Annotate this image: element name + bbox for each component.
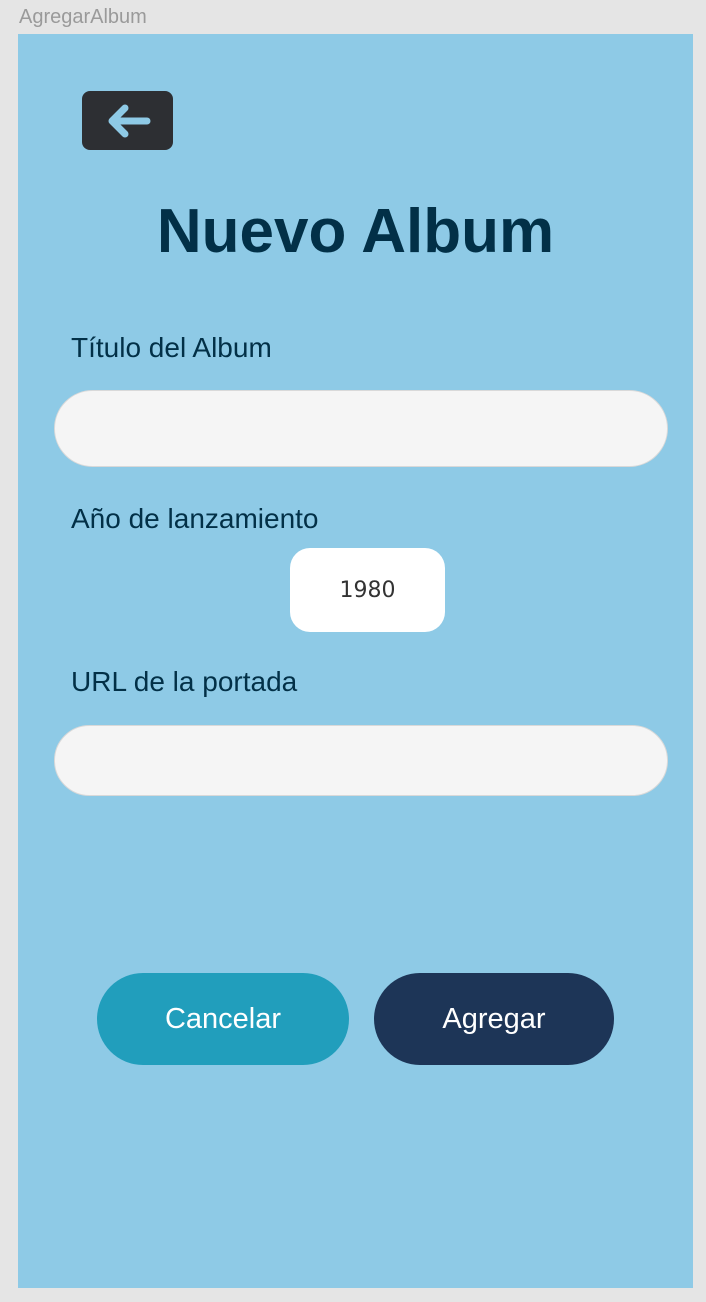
cancel-button[interactable]: Cancelar	[97, 973, 349, 1065]
arrow-left-icon	[108, 104, 150, 137]
album-title-input[interactable]	[54, 390, 668, 467]
cover-url-input[interactable]	[54, 725, 668, 796]
frame-label: AgregarAlbum	[19, 6, 147, 28]
album-title-label: Título del Album	[71, 332, 272, 363]
add-button[interactable]: Agregar	[374, 973, 614, 1065]
page-title: Nuevo Album	[156, 197, 555, 266]
cover-url-label: URL de la portada	[71, 666, 298, 697]
back-button[interactable]	[82, 91, 173, 150]
release-year-label: Año de lanzamiento	[71, 503, 319, 534]
release-year-input[interactable]	[290, 548, 445, 632]
add-album-screen: Nuevo Album Título del Album Año de lanz…	[18, 34, 693, 1288]
